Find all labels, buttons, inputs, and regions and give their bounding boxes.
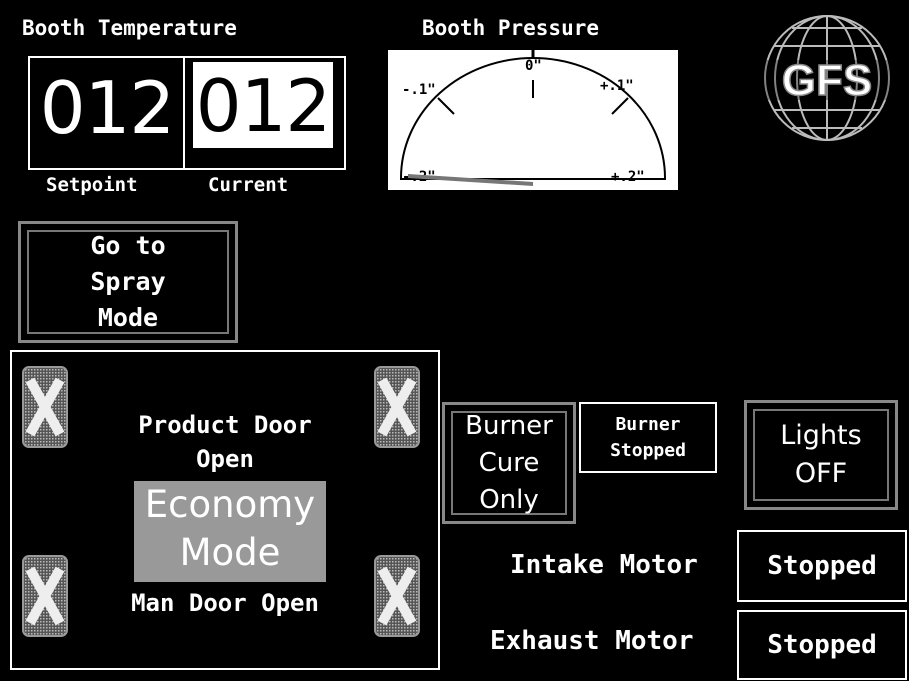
current-value: 012 bbox=[193, 62, 333, 148]
logo-text: GFS bbox=[782, 56, 872, 105]
man-door-left-x-icon[interactable] bbox=[22, 555, 68, 637]
pressure-gauge: -.1" 0" +.1" -.2" +.2" bbox=[388, 50, 678, 190]
economy-mode-indicator: Economy Mode bbox=[134, 481, 326, 582]
lights-button-label: Lights OFF bbox=[780, 420, 862, 489]
current-label: Current bbox=[208, 174, 289, 196]
man-door-status: Man Door Open bbox=[131, 589, 319, 617]
globe-logo-icon: GFS bbox=[752, 12, 902, 144]
product-door-left-x-icon[interactable] bbox=[22, 366, 68, 448]
lights-toggle-button[interactable]: Lights OFF bbox=[744, 400, 898, 510]
temperature-title: Booth Temperature bbox=[22, 16, 237, 40]
burner-button-label: Burner Cure Only bbox=[465, 410, 553, 515]
tick-label-plus-2: +.2" bbox=[611, 169, 645, 185]
spray-button-label: Go to Spray Mode bbox=[90, 231, 166, 332]
tick-plus-1 bbox=[611, 97, 629, 115]
temperature-divider bbox=[183, 56, 185, 170]
go-to-spray-mode-button[interactable]: Go to Spray Mode bbox=[18, 221, 238, 343]
man-door-right-x-icon[interactable] bbox=[374, 555, 420, 637]
setpoint-value[interactable]: 012 bbox=[32, 72, 182, 144]
economy-mode-label: Economy Mode bbox=[144, 483, 316, 574]
burner-cure-only-button[interactable]: Burner Cure Only bbox=[442, 402, 576, 524]
tick-label-plus-1: +.1" bbox=[600, 78, 634, 94]
intake-motor-label: Intake Motor bbox=[510, 550, 698, 580]
product-door-right-x-icon[interactable] bbox=[374, 366, 420, 448]
pressure-gauge-dial: -.1" 0" +.1" -.2" +.2" bbox=[400, 50, 666, 186]
setpoint-label: Setpoint bbox=[46, 174, 138, 196]
current-value-text: 012 bbox=[195, 64, 331, 148]
pressure-title: Booth Pressure bbox=[422, 16, 600, 40]
tick-label-zero: 0" bbox=[525, 58, 542, 74]
product-door-status: Product Door Open bbox=[138, 411, 312, 473]
exhaust-motor-label: Exhaust Motor bbox=[490, 626, 694, 656]
intake-motor-status: Stopped bbox=[737, 530, 907, 602]
burner-status: Burner Stopped bbox=[579, 402, 717, 473]
tick-minus-1 bbox=[437, 97, 455, 115]
tick-label-minus-1: -.1" bbox=[402, 82, 436, 98]
exhaust-motor-status: Stopped bbox=[737, 610, 907, 680]
